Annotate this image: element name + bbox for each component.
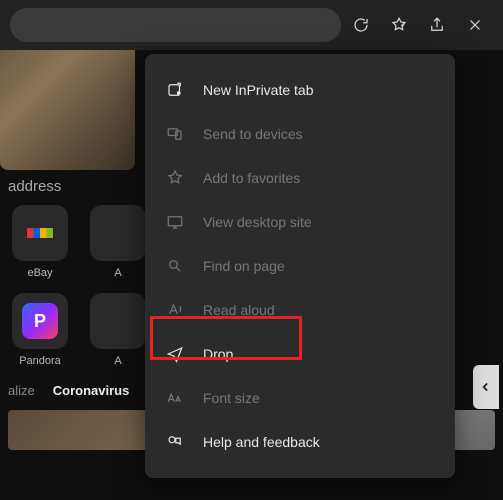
close-icon[interactable]: [465, 15, 485, 35]
reload-icon[interactable]: [351, 15, 371, 35]
menu-label: Send to devices: [203, 126, 303, 142]
toolbar-actions: [351, 15, 493, 35]
address-bar[interactable]: [10, 8, 341, 42]
inprivate-icon: [165, 80, 185, 100]
menu-view-desktop-site[interactable]: View desktop site: [145, 200, 455, 244]
tile-label: A: [86, 355, 150, 367]
menu-label: Add to favorites: [203, 170, 300, 186]
menu-label: Font size: [203, 390, 260, 406]
tile-label: eBay: [8, 267, 72, 279]
tab-partial[interactable]: alize: [8, 383, 35, 398]
search-page-icon: [165, 256, 185, 276]
font-size-icon: [165, 388, 185, 408]
scroll-right-chevron[interactable]: [473, 365, 499, 409]
desktop-icon: [165, 212, 185, 232]
share-icon[interactable]: [427, 15, 447, 35]
overflow-menu: New InPrivate tab Send to devices Add to…: [145, 54, 455, 478]
menu-label: Help and feedback: [203, 434, 320, 450]
tab-coronavirus[interactable]: Coronavirus: [53, 383, 130, 398]
quick-link-ebay[interactable]: eBay: [8, 205, 72, 279]
tile-label: A: [86, 267, 150, 279]
menu-new-inprivate-tab[interactable]: New InPrivate tab: [145, 68, 455, 112]
star-plus-icon: [165, 168, 185, 188]
menu-label: View desktop site: [203, 214, 312, 230]
menu-help-feedback[interactable]: Help and feedback: [145, 420, 455, 464]
favorites-icon[interactable]: [389, 15, 409, 35]
quick-link-pandora[interactable]: P Pandora: [8, 293, 72, 367]
hero-image: [0, 50, 135, 170]
devices-icon: [165, 124, 185, 144]
ebay-icon: [27, 228, 53, 238]
menu-send-to-devices[interactable]: Send to devices: [145, 112, 455, 156]
menu-font-size[interactable]: Font size: [145, 376, 455, 420]
browser-toolbar: [0, 0, 503, 50]
menu-label: Find on page: [203, 258, 285, 274]
quick-link-partial[interactable]: A: [86, 205, 150, 279]
feedback-icon: [165, 432, 185, 452]
pandora-icon: P: [22, 303, 58, 339]
send-icon: [165, 344, 185, 364]
menu-drop[interactable]: Drop: [145, 332, 455, 376]
menu-find-on-page[interactable]: Find on page: [145, 244, 455, 288]
tile-label: Pandora: [8, 355, 72, 367]
menu-add-to-favorites[interactable]: Add to favorites: [145, 156, 455, 200]
menu-label: New InPrivate tab: [203, 82, 314, 98]
menu-label: Drop: [203, 346, 233, 362]
read-aloud-icon: [165, 300, 185, 320]
menu-label: Read aloud: [203, 302, 275, 318]
menu-read-aloud[interactable]: Read aloud: [145, 288, 455, 332]
quick-link-partial-2[interactable]: A: [86, 293, 150, 367]
